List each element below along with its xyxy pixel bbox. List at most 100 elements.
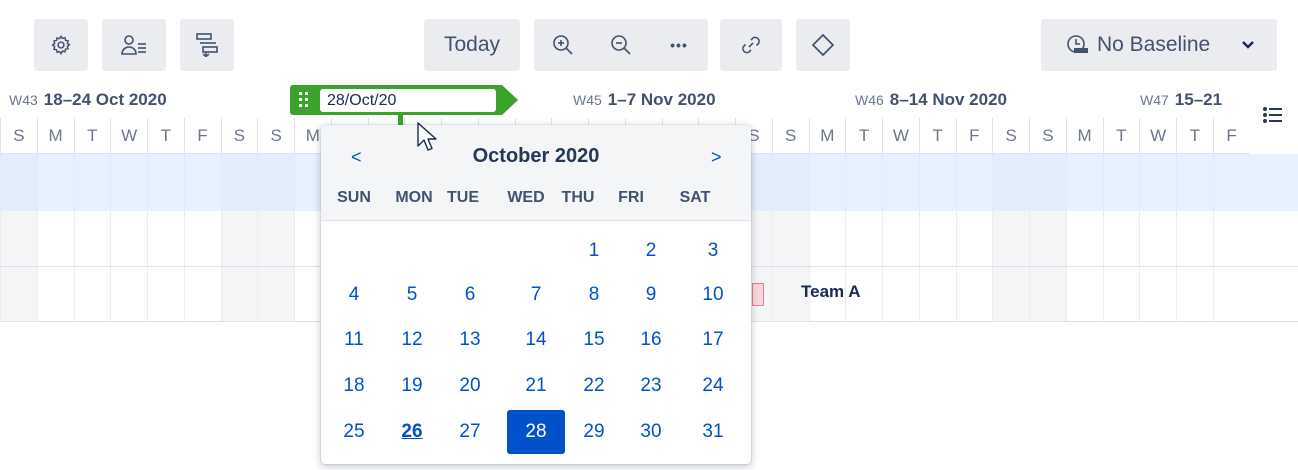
day-column-label: F xyxy=(183,118,221,154)
toolbar: Today ••• No Baseline xyxy=(0,0,1298,82)
calendar-header: < October 2020 > SUN MON TUE WED THU FRI… xyxy=(321,125,751,221)
calendar-day[interactable]: 3 xyxy=(684,229,742,273)
day-column-label: S xyxy=(992,118,1029,154)
week-label: W45 1–7 Nov 2020 xyxy=(573,82,716,118)
day-column-label: T xyxy=(1176,118,1213,154)
calendar-day[interactable]: 10 xyxy=(684,273,742,317)
day-column-label: W xyxy=(110,118,147,154)
week-header: W43 18–24 Oct 2020 W45 1–7 Nov 2020 W46 … xyxy=(0,82,1298,118)
resources-button[interactable] xyxy=(102,19,166,71)
week-number: W43 xyxy=(9,92,38,108)
day-column-label: M xyxy=(1065,118,1103,154)
calendar-day[interactable]: 7 xyxy=(507,273,565,317)
diamond-icon xyxy=(811,33,835,57)
day-column-label: S xyxy=(771,118,809,154)
user-list-icon xyxy=(121,34,147,56)
calendar-day-selected[interactable]: 28 xyxy=(507,410,565,454)
calendar-day[interactable]: 15 xyxy=(565,318,623,362)
week-range: 18–24 Oct 2020 xyxy=(43,90,167,109)
calendar-day[interactable]: 11 xyxy=(325,318,383,362)
week-label: W46 8–14 Nov 2020 xyxy=(855,82,1007,118)
day-column-label: S xyxy=(1029,118,1066,154)
calendar-day[interactable]: 27 xyxy=(441,410,499,454)
auto-schedule-icon xyxy=(196,33,218,57)
calendar-day[interactable]: 9 xyxy=(622,273,680,317)
next-month-button[interactable]: > xyxy=(711,147,722,168)
calendar-day[interactable]: 6 xyxy=(441,273,499,317)
more-button[interactable]: ••• xyxy=(650,19,708,71)
team-label: Team A xyxy=(801,282,861,301)
day-column-label: F xyxy=(955,118,993,154)
week-range: 8–14 Nov 2020 xyxy=(889,90,1007,109)
calendar-day[interactable]: 22 xyxy=(565,364,623,408)
day-column-label: T xyxy=(1102,118,1140,154)
week-label: W43 18–24 Oct 2020 xyxy=(9,82,167,118)
calendar-day[interactable]: 21 xyxy=(507,364,565,408)
link-icon xyxy=(740,34,762,56)
mouse-cursor-icon xyxy=(417,122,439,159)
chevron-down-icon xyxy=(1241,40,1255,50)
date-picker: < October 2020 > SUN MON TUE WED THU FRI… xyxy=(321,125,751,464)
day-column-label: T xyxy=(73,118,111,154)
calendar-day[interactable]: 23 xyxy=(622,364,680,408)
more-label: ••• xyxy=(670,37,688,53)
calendar-day[interactable]: 30 xyxy=(622,410,680,454)
calendar-day[interactable]: 29 xyxy=(565,410,623,454)
calendar-day[interactable]: 20 xyxy=(441,364,499,408)
date-marker[interactable] xyxy=(290,82,520,118)
week-number: W47 xyxy=(1140,92,1169,108)
day-column-label: S xyxy=(220,118,258,154)
settings-button[interactable] xyxy=(34,19,88,71)
calendar-day[interactable]: 16 xyxy=(622,318,680,362)
calendar-day[interactable]: 26 xyxy=(383,410,441,454)
calendar-day[interactable]: 18 xyxy=(325,364,383,408)
link-button[interactable] xyxy=(720,19,782,71)
milestone-button[interactable] xyxy=(796,19,850,71)
today-button[interactable]: Today xyxy=(424,19,520,71)
zoom-in-button[interactable] xyxy=(534,19,592,71)
day-column-label: M xyxy=(808,118,846,154)
auto-schedule-button[interactable] xyxy=(180,19,234,71)
day-column-label: T xyxy=(147,118,184,154)
gear-icon xyxy=(50,34,72,56)
weekday-label: SAT xyxy=(679,189,711,206)
calendar-day[interactable]: 19 xyxy=(383,364,441,408)
weekday-label: TUE xyxy=(447,189,479,206)
calendar-title: October 2020 xyxy=(472,145,600,167)
calendar-day[interactable]: 5 xyxy=(383,273,441,317)
list-icon[interactable] xyxy=(1262,104,1284,131)
day-column-label: T xyxy=(845,118,882,154)
day-column-label: M xyxy=(36,118,74,154)
baseline-label: No Baseline xyxy=(1097,33,1211,56)
zoom-out-icon xyxy=(610,34,632,56)
weekday-label: WED xyxy=(507,189,545,206)
calendar-day[interactable]: 24 xyxy=(684,364,742,408)
weekday-label: FRI xyxy=(618,189,644,206)
day-column-label: T xyxy=(918,118,956,154)
day-column-label: W xyxy=(882,118,919,154)
day-column-label: W xyxy=(1139,118,1176,154)
day-column-label: S xyxy=(0,118,37,154)
week-label: W47 15–21 xyxy=(1140,82,1222,118)
baseline-value: No Baseline xyxy=(1065,33,1210,57)
calendar-day[interactable]: 25 xyxy=(325,410,383,454)
marker-tip xyxy=(502,85,518,115)
calendar-day[interactable]: 14 xyxy=(507,318,565,362)
day-column-label: S xyxy=(257,118,294,154)
calendar-day[interactable]: 13 xyxy=(441,318,499,362)
drag-handle-icon[interactable] xyxy=(298,91,310,114)
task-bar[interactable] xyxy=(752,283,764,306)
week-range: 15–21 xyxy=(1174,90,1223,109)
calendar-day[interactable]: 17 xyxy=(684,318,742,362)
day-column-label: F xyxy=(1212,118,1250,154)
calendar-day[interactable]: 31 xyxy=(684,410,742,454)
calendar-day[interactable]: 2 xyxy=(622,229,680,273)
calendar-day[interactable]: 1 xyxy=(565,229,623,273)
baseline-select[interactable]: No Baseline xyxy=(1041,19,1277,71)
calendar-day[interactable]: 8 xyxy=(565,273,623,317)
calendar-day[interactable]: 4 xyxy=(325,273,383,317)
zoom-out-button[interactable] xyxy=(592,19,650,71)
week-number: W45 xyxy=(573,92,602,108)
calendar-day[interactable]: 12 xyxy=(383,318,441,362)
marker-date-input[interactable] xyxy=(320,89,496,112)
